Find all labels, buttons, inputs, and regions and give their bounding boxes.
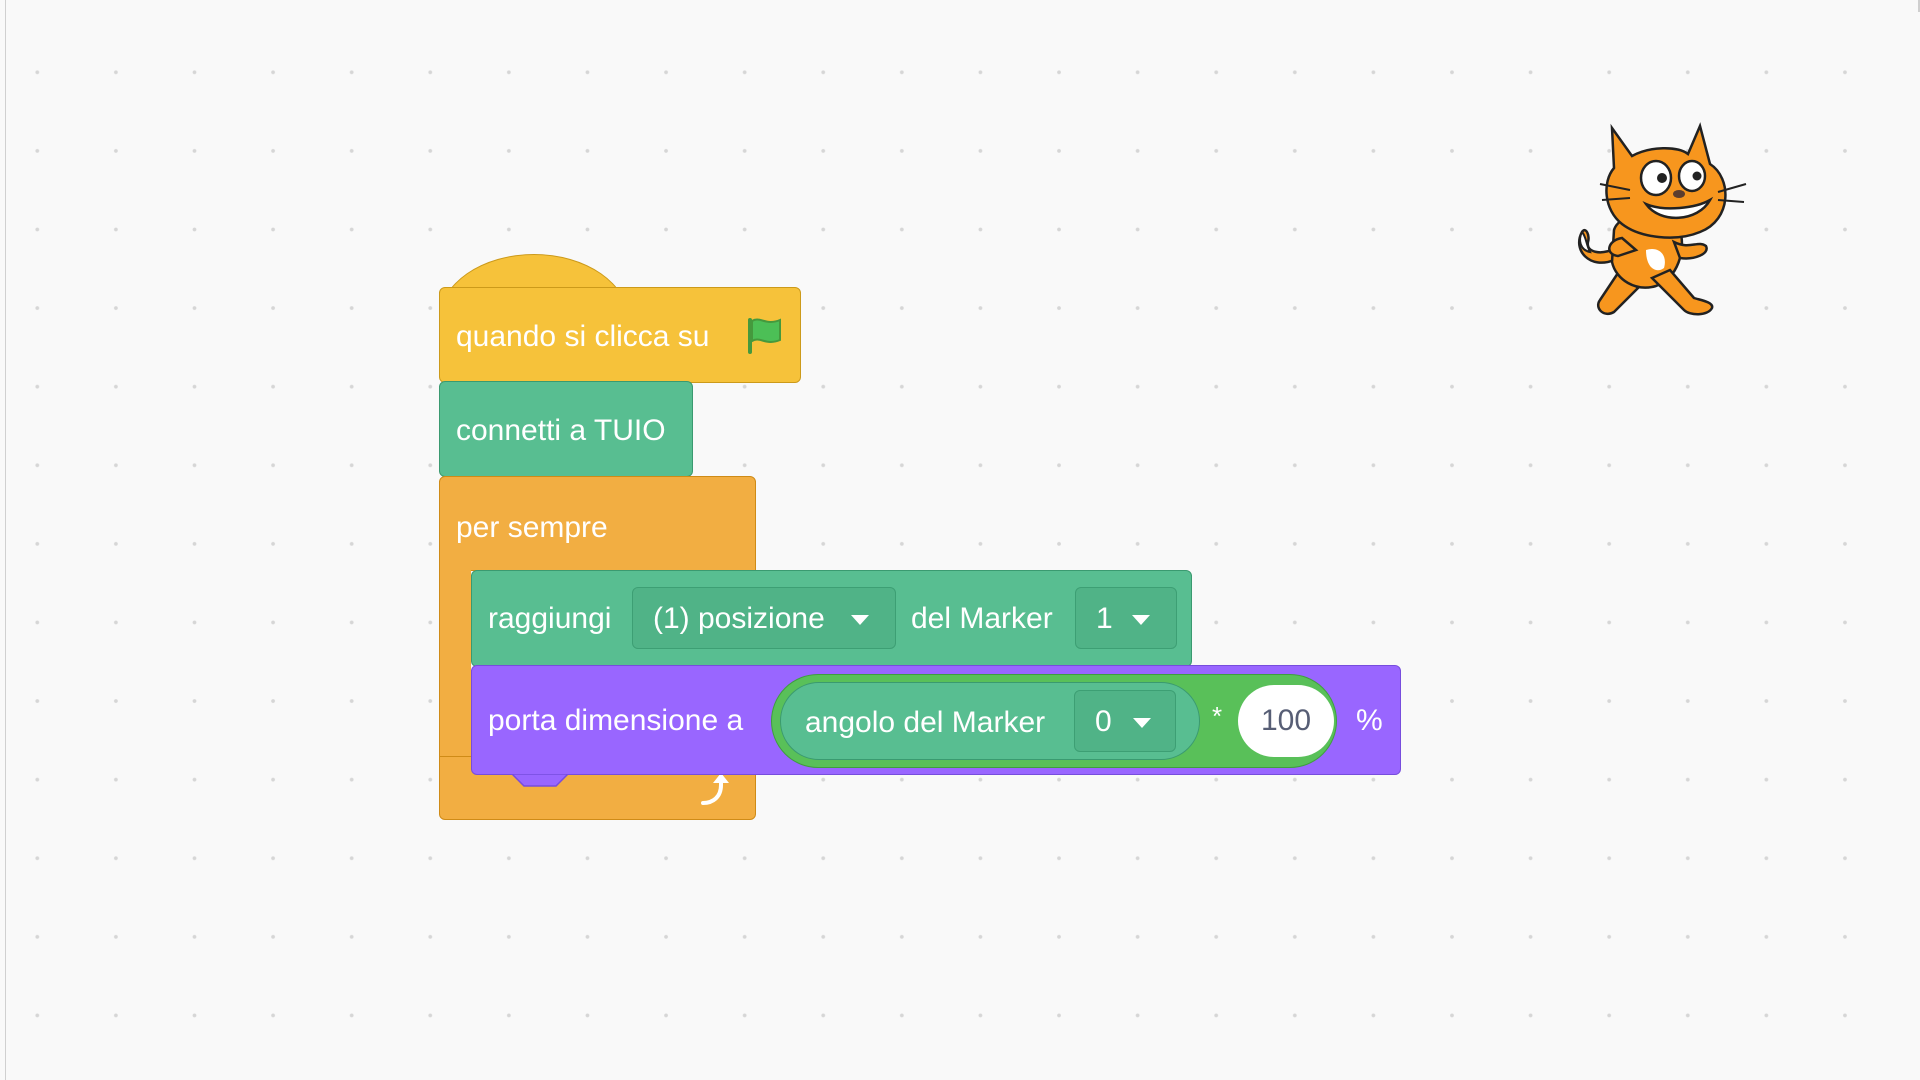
- forever-block-top[interactable]: per sempre: [439, 476, 756, 571]
- goto-label: raggiungi: [488, 602, 612, 635]
- forever-label: per sempre: [456, 511, 608, 544]
- marker-angle-reporter[interactable]: angolo del Marker 0: [780, 682, 1200, 760]
- chevron-down-icon: [851, 615, 869, 625]
- forever-block-arm[interactable]: [439, 568, 471, 758]
- goto-marker-block[interactable]: raggiungi (1) posizione del Marker 1: [471, 570, 1192, 667]
- set-size-block-notch: [512, 774, 568, 787]
- angle-marker-dropdown[interactable]: 0: [1074, 690, 1176, 752]
- del-marker-label: del Marker: [911, 602, 1053, 635]
- position-dropdown[interactable]: (1) posizione: [632, 587, 896, 649]
- set-size-label: porta dimensione a: [488, 704, 744, 737]
- set-size-block[interactable]: porta dimensione a angolo del Marker 0 *…: [471, 665, 1401, 775]
- connect-tuio-block[interactable]: connetti a TUIO: [439, 381, 693, 477]
- code-workspace[interactable]: quando si clicca su connetti a TUIO per …: [0, 0, 1920, 1080]
- multiplier-input[interactable]: 100: [1238, 685, 1334, 757]
- marker-angle-label: angolo del Marker: [805, 706, 1046, 739]
- chevron-down-icon: [1132, 615, 1150, 625]
- angle-marker-value: 0: [1095, 705, 1112, 738]
- percent-label: %: [1356, 704, 1383, 737]
- scratch-cat-icon[interactable]: [1560, 120, 1760, 330]
- multiply-operator-reporter[interactable]: angolo del Marker 0 * 100: [771, 674, 1337, 768]
- green-flag-icon: [748, 318, 781, 354]
- marker-number-dropdown[interactable]: 1: [1075, 587, 1177, 649]
- workspace-left-border: [5, 0, 6, 1080]
- position-dropdown-value: (1) posizione: [653, 602, 825, 635]
- connect-tuio-label: connetti a TUIO: [456, 414, 666, 447]
- multiply-sign: *: [1212, 701, 1223, 731]
- when-flag-clicked-block[interactable]: quando si clicca su: [439, 287, 801, 383]
- chevron-down-icon: [1133, 718, 1151, 728]
- hat-block-label: quando si clicca su: [456, 320, 710, 353]
- marker-number-value: 1: [1096, 602, 1113, 635]
